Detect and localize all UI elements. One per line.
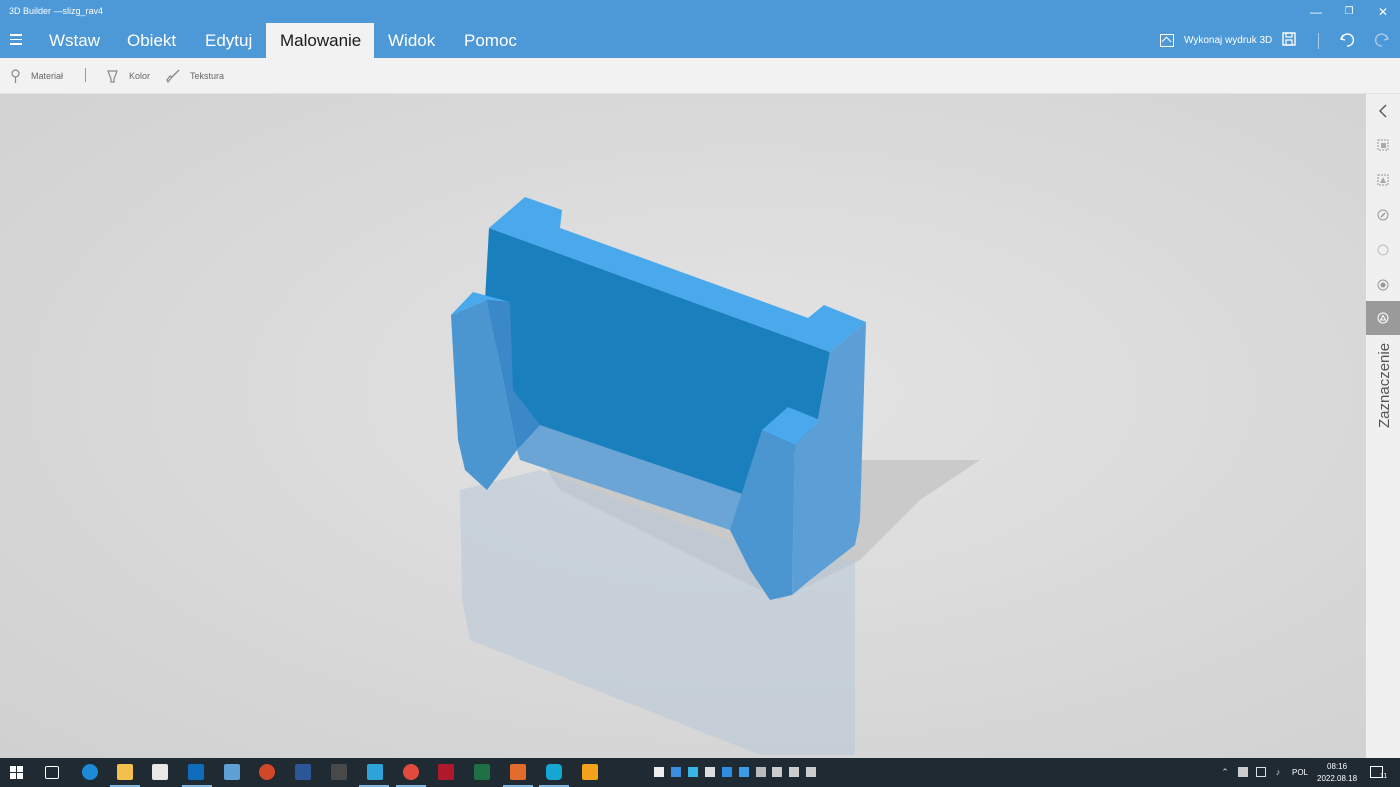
print-3d-label: Wykonaj wydruk 3D: [1184, 35, 1273, 46]
title-bar: 3D Builder —slizg_rav4 — ❐ ✕: [0, 0, 1400, 23]
color-button[interactable]: Kolor: [106, 58, 150, 94]
antivirus-icon[interactable]: [438, 764, 454, 780]
save-button[interactable]: [1280, 32, 1298, 50]
word-icon[interactable]: [295, 764, 311, 780]
save-icon: [1282, 32, 1296, 46]
hamburger-menu-icon[interactable]: [8, 31, 24, 49]
selection-icon: [1377, 312, 1389, 324]
minimize-button[interactable]: —: [1299, 0, 1333, 23]
device-icon[interactable]: [224, 764, 240, 780]
circle-tool-button[interactable]: [1366, 233, 1400, 267]
outlook-icon[interactable]: [188, 764, 204, 780]
tab-malowanie[interactable]: Malowanie: [266, 23, 374, 58]
pencil-app-icon[interactable]: [582, 764, 598, 780]
redo-button[interactable]: [1373, 32, 1391, 50]
paint-toolbar: Materiał Kolor Tekstura: [0, 58, 1400, 94]
undo-icon: [1339, 33, 1355, 47]
collapse-panel-button[interactable]: [1366, 94, 1400, 128]
drive2-icon[interactable]: [789, 767, 799, 777]
print-3d-icon: [1160, 34, 1174, 47]
drive-icon[interactable]: [705, 767, 715, 777]
store-icon[interactable]: [152, 764, 168, 780]
paint-bucket-icon: [107, 70, 118, 83]
paint-bucket-icon: [1377, 209, 1389, 221]
tray-app-icon[interactable]: [1238, 767, 1248, 777]
brush-icon: [166, 69, 180, 83]
undo-button[interactable]: [1338, 32, 1356, 50]
circle-icon: [1377, 244, 1389, 256]
menu-separator: [1318, 33, 1319, 49]
3d-model-scene: [451, 197, 980, 755]
c-app-icon[interactable]: [546, 764, 562, 780]
language-indicator[interactable]: POL: [1292, 768, 1308, 777]
download-icon[interactable]: [722, 767, 732, 777]
excel-icon[interactable]: [474, 764, 490, 780]
material-button[interactable]: Materiał: [10, 58, 63, 94]
select-faces-icon: [1377, 174, 1389, 186]
fill-tool-button[interactable]: [1366, 268, 1400, 302]
list-icon[interactable]: [756, 767, 766, 777]
material-label: Materiał: [31, 71, 64, 81]
menu-bar: Wstaw Obiekt Edytuj Malowanie Widok Pomo…: [0, 23, 1400, 58]
doc-icon[interactable]: [654, 767, 664, 777]
restore-icon: ❐: [1344, 6, 1354, 17]
texture-button[interactable]: Tekstura: [166, 58, 224, 94]
folder-icon[interactable]: [772, 767, 782, 777]
close-button[interactable]: ✕: [1366, 0, 1400, 23]
window-title: 3D Builder —slizg_rav4: [9, 6, 104, 16]
powerpoint-icon[interactable]: [259, 764, 275, 780]
3d-viewport[interactable]: [0, 94, 1366, 758]
task-view-icon[interactable]: [45, 766, 59, 779]
tab-wstaw[interactable]: Wstaw: [35, 23, 114, 58]
taskbar: ⌃ ♪ POL 08:16 2022.08.18 11: [0, 758, 1400, 787]
select-faces-button[interactable]: [1366, 163, 1400, 197]
redo-icon: [1374, 33, 1390, 47]
select-objects-icon: [1377, 139, 1389, 151]
app-icon[interactable]: [331, 764, 347, 780]
start-windows-icon[interactable]: [10, 766, 23, 779]
clock-time[interactable]: 08:16: [1327, 762, 1347, 771]
chrome-icon[interactable]: [403, 764, 419, 780]
toolbar-separator: [85, 68, 86, 82]
restore-button[interactable]: ❐: [1332, 0, 1366, 23]
selection-panel-label: Zaznaczenie: [1376, 343, 1393, 428]
texture-label: Tekstura: [190, 71, 225, 81]
tab-widok[interactable]: Widok: [374, 23, 449, 58]
edge-icon[interactable]: [82, 764, 98, 780]
file-explorer-icon[interactable]: [117, 764, 133, 780]
monitor-icon[interactable]: [739, 767, 749, 777]
clock-date[interactable]: 2022.08.18: [1317, 774, 1357, 783]
selection-button[interactable]: [1366, 301, 1400, 335]
volume-icon[interactable]: ♪: [1273, 767, 1283, 777]
close-icon: ✕: [1377, 4, 1389, 19]
tab-obiekt[interactable]: Obiekt: [113, 23, 190, 58]
music-icon[interactable]: [671, 767, 681, 777]
minimize-icon: —: [1310, 4, 1322, 19]
notification-count: 11: [1380, 773, 1388, 780]
collapse-chevron-icon: [1379, 104, 1387, 118]
drive3-icon[interactable]: [806, 767, 816, 777]
paint-tool-button[interactable]: [1366, 198, 1400, 232]
print-3d-button[interactable]: Wykonaj wydruk 3D: [1160, 23, 1272, 58]
tab-pomoc[interactable]: Pomoc: [450, 23, 531, 58]
tray-chevron-icon[interactable]: ⌃: [1220, 767, 1230, 777]
color-label: Kolor: [129, 71, 151, 81]
3d-builder-icon[interactable]: [367, 764, 383, 780]
fill-icon: [1377, 279, 1389, 291]
tool-app-icon[interactable]: [510, 764, 526, 780]
tab-edytuj[interactable]: Edytuj: [191, 23, 266, 58]
network-icon[interactable]: [1256, 767, 1266, 777]
material-icon: [11, 69, 20, 83]
select-objects-button[interactable]: [1366, 128, 1400, 162]
window-icon[interactable]: [688, 767, 698, 777]
